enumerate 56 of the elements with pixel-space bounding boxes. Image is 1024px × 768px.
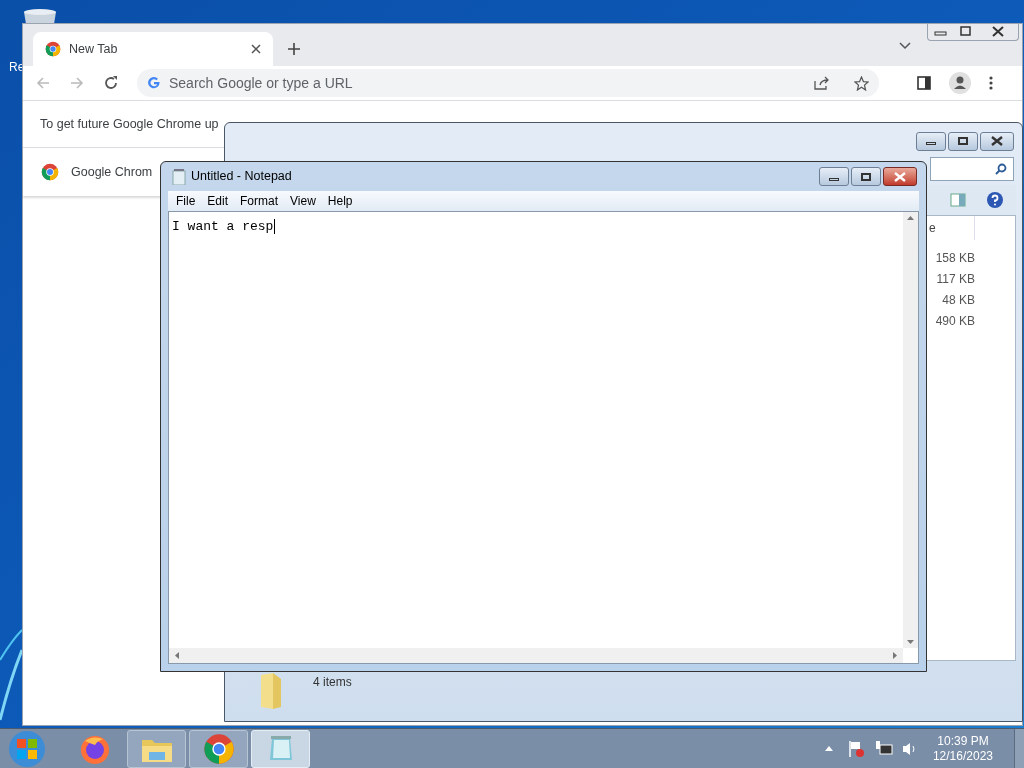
taskbar-button[interactable] [189, 729, 248, 768]
menu-item[interactable]: Format [240, 192, 279, 210]
column-header[interactable]: e [929, 219, 936, 237]
minimize-button[interactable] [916, 131, 946, 151]
flag-icon[interactable] [847, 739, 866, 758]
chrome-icon [45, 41, 61, 57]
star-icon[interactable] [854, 75, 869, 91]
recycle-bin-icon[interactable] [22, 8, 58, 24]
text-area[interactable]: I want a resp [172, 219, 276, 234]
close-button[interactable] [883, 167, 917, 186]
side-panel-icon[interactable] [917, 76, 931, 90]
chevron-down-icon[interactable] [899, 42, 911, 50]
chrome-icon [41, 163, 59, 181]
menu-item[interactable]: Help [327, 192, 353, 210]
file-size: 48 KB [942, 292, 975, 309]
close-button[interactable] [980, 131, 1014, 151]
speaker-icon[interactable] [901, 740, 918, 757]
help-icon[interactable] [986, 191, 1004, 209]
new-tab-icon[interactable] [287, 42, 301, 56]
infobar-message: To get future Google Chrome up [40, 115, 219, 133]
menu-item[interactable]: File [176, 192, 196, 210]
item-count: 4 items [313, 674, 352, 691]
vertical-scrollbar[interactable] [903, 212, 918, 648]
scroll-right-icon[interactable] [893, 652, 897, 659]
share-icon[interactable] [814, 76, 830, 90]
close-icon [894, 171, 906, 182]
close-tab-icon[interactable] [251, 44, 261, 54]
network-icon[interactable] [874, 739, 893, 758]
show-desktop-button[interactable] [1014, 728, 1024, 768]
avatar-icon[interactable] [949, 72, 971, 94]
menu-item[interactable]: Edit [207, 192, 229, 210]
chrome-icon [202, 732, 235, 765]
show-hidden-icons-icon[interactable] [824, 746, 833, 751]
search-icon [995, 163, 1007, 175]
notepad-icon [172, 168, 186, 185]
menu-item[interactable]: View [290, 192, 316, 210]
file-size: 158 KB [935, 250, 975, 267]
browser-tab[interactable]: New Tab [33, 32, 273, 66]
start-button[interactable] [6, 729, 48, 768]
close-icon [991, 136, 1003, 146]
file-size: 117 KB [936, 271, 975, 288]
window-title: Untitled - Notepad [191, 168, 293, 186]
menu-icon[interactable] [989, 76, 993, 90]
page-item-label: Google Chrom [71, 163, 153, 181]
reload-icon[interactable] [103, 75, 119, 91]
maximize-button[interactable] [948, 131, 978, 151]
maximize-button[interactable] [851, 167, 881, 186]
preview-pane-icon[interactable] [950, 193, 966, 207]
scroll-down-icon[interactable] [907, 640, 914, 644]
horizontal-scrollbar[interactable] [169, 648, 903, 663]
google-g-icon [147, 76, 161, 90]
scroll-left-icon[interactable] [175, 652, 179, 659]
omnibox[interactable]: Search Google or type a URL [137, 69, 879, 97]
minimize-button[interactable] [819, 167, 849, 186]
search-field[interactable] [930, 157, 1014, 181]
file-size: 490 KB [935, 313, 975, 330]
